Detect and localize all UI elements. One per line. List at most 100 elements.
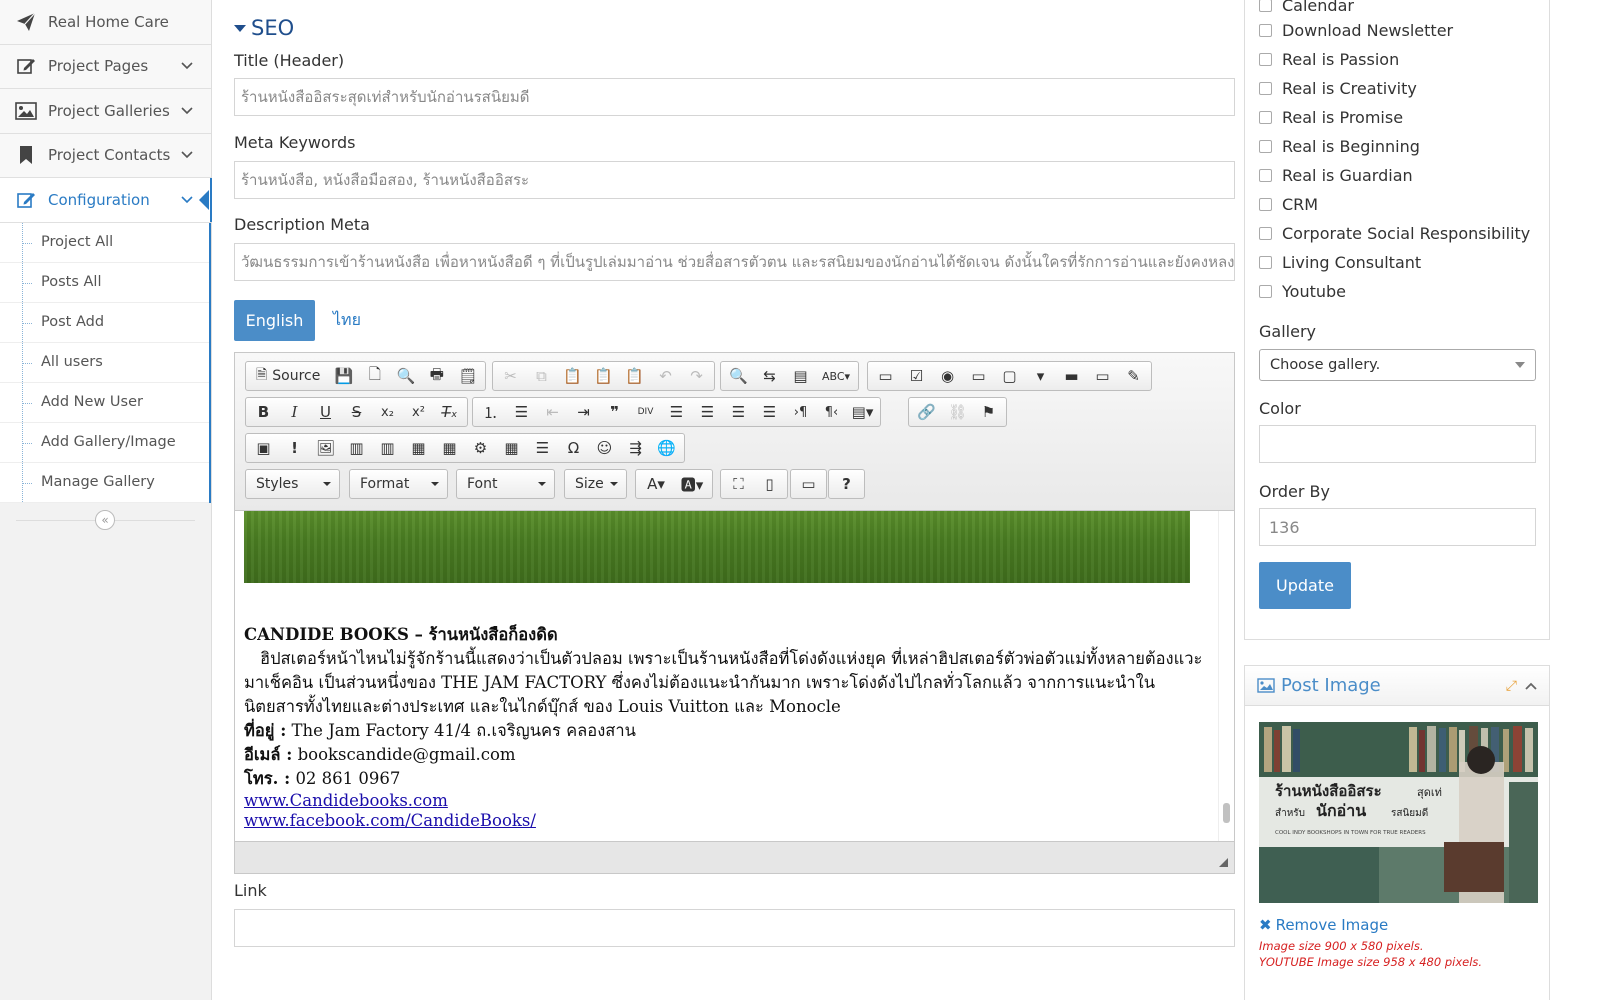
- image-button-icon[interactable]: ▭: [1087, 362, 1118, 390]
- textfield-icon[interactable]: ▭: [963, 362, 994, 390]
- align-left-icon[interactable]: ☰: [661, 398, 692, 426]
- layout2-icon[interactable]: ▦: [434, 434, 465, 462]
- radio-icon[interactable]: ◉: [932, 362, 963, 390]
- paste-word-icon[interactable]: 📋: [619, 362, 650, 390]
- smiley-icon[interactable]: ☺: [589, 434, 620, 462]
- category-checkbox[interactable]: Download Newsletter: [1259, 21, 1453, 40]
- sidebar-subitem-add-gallery-image[interactable]: Add Gallery/Image: [0, 422, 209, 463]
- subscript-icon[interactable]: x₂: [372, 398, 403, 426]
- columns-icon[interactable]: ▥: [341, 434, 372, 462]
- checkbox[interactable]: [1259, 169, 1272, 182]
- redo-icon[interactable]: ↷: [681, 362, 712, 390]
- sidebar-subitem-project-all[interactable]: Project All: [0, 222, 209, 263]
- sidebar-item-real-home-care[interactable]: Real Home Care: [0, 0, 211, 45]
- sidebar-subitem-all-users[interactable]: All users: [0, 342, 209, 383]
- anchor-icon[interactable]: ⚑: [973, 398, 1004, 426]
- size-dropdown[interactable]: Size: [564, 469, 627, 499]
- tab-thai[interactable]: ไทย: [333, 308, 361, 333]
- category-checkbox[interactable]: Youtube: [1259, 282, 1346, 301]
- background-color-icon[interactable]: 🅰▾: [674, 470, 710, 498]
- find-icon[interactable]: 🔍: [723, 362, 754, 390]
- insert-pagebreak-icon[interactable]: ▭: [793, 470, 824, 498]
- cut-icon[interactable]: ✂: [495, 362, 526, 390]
- align-justify-icon[interactable]: ☰: [754, 398, 785, 426]
- paste-text-icon[interactable]: 📋: [588, 362, 619, 390]
- undo-icon[interactable]: ↶: [650, 362, 681, 390]
- underline-icon[interactable]: U: [310, 398, 341, 426]
- styles-dropdown[interactable]: Styles: [245, 469, 340, 499]
- paste-icon[interactable]: 📋: [557, 362, 588, 390]
- remove-format-icon[interactable]: T̶ₓ: [434, 398, 465, 426]
- preview-icon[interactable]: 🔍: [390, 362, 421, 390]
- alert-icon[interactable]: !: [279, 434, 310, 462]
- align-center-icon[interactable]: ☰: [692, 398, 723, 426]
- replace-icon[interactable]: ⇆: [754, 362, 785, 390]
- help-icon[interactable]: ?: [831, 470, 862, 498]
- sidebar-item-project-contacts[interactable]: Project Contacts: [0, 133, 211, 178]
- remove-image-link[interactable]: ✖ Remove Image: [1259, 916, 1388, 934]
- print-icon[interactable]: 🖶: [421, 362, 452, 390]
- resize-grip-icon[interactable]: [1219, 858, 1228, 867]
- category-checkbox[interactable]: Real is Creativity: [1259, 79, 1417, 98]
- facebook-link[interactable]: www.facebook.com/CandideBooks/: [244, 811, 1210, 831]
- collapse-sidebar-button[interactable]: «: [95, 509, 115, 530]
- source-button[interactable]: 🗎 Source: [248, 362, 328, 390]
- indent-icon[interactable]: ⇥: [568, 398, 599, 426]
- bold-icon[interactable]: B: [248, 398, 279, 426]
- superscript-icon[interactable]: x²: [403, 398, 434, 426]
- language-icon[interactable]: ▤▾: [847, 398, 878, 426]
- chevron-up-icon[interactable]: [1525, 682, 1537, 690]
- link-input[interactable]: [234, 909, 1235, 947]
- editor-scrollbar[interactable]: [1218, 511, 1234, 841]
- meta-keywords-input[interactable]: ร้านหนังสือ, หนังสือมือสอง, ร้านหนังสืออ…: [234, 161, 1235, 199]
- link-icon[interactable]: 🔗: [911, 398, 942, 426]
- text-color-icon[interactable]: A▾: [638, 470, 674, 498]
- ltr-icon[interactable]: ›¶: [785, 398, 816, 426]
- category-checkbox[interactable]: Real is Passion: [1259, 50, 1399, 69]
- numbered-list-icon[interactable]: ⒈: [475, 398, 506, 426]
- format-dropdown[interactable]: Format: [349, 469, 448, 499]
- color-input[interactable]: [1259, 425, 1536, 463]
- columns2-icon[interactable]: ▥: [372, 434, 403, 462]
- checkbox[interactable]: [1259, 140, 1272, 153]
- show-blocks-icon[interactable]: ▯: [754, 470, 785, 498]
- sidebar-item-project-pages[interactable]: Project Pages: [0, 44, 211, 89]
- maximize-icon[interactable]: ⛶: [723, 470, 754, 498]
- horizontal-rule-icon[interactable]: ☰: [527, 434, 558, 462]
- media-icon[interactable]: ▣: [248, 434, 279, 462]
- scrollbar-thumb[interactable]: [1223, 803, 1230, 823]
- layout-icon[interactable]: ▦: [403, 434, 434, 462]
- textarea-icon[interactable]: ▢: [994, 362, 1025, 390]
- iframe-icon[interactable]: 🌐: [651, 434, 682, 462]
- website-link[interactable]: www.Candidebooks.com: [244, 791, 1210, 811]
- sidebar-item-configuration[interactable]: Configuration: [0, 178, 212, 223]
- copy-icon[interactable]: ⧉: [526, 362, 557, 390]
- create-div-icon[interactable]: DIV: [630, 398, 661, 426]
- save-icon[interactable]: 💾: [328, 362, 359, 390]
- flash-icon[interactable]: ⚙: [465, 434, 496, 462]
- bulleted-list-icon[interactable]: ☰: [506, 398, 537, 426]
- outdent-icon[interactable]: ⇤: [537, 398, 568, 426]
- italic-icon[interactable]: I: [279, 398, 310, 426]
- image-icon[interactable]: 🖼: [310, 434, 341, 462]
- checkbox[interactable]: [1259, 256, 1272, 269]
- checkbox[interactable]: [1259, 53, 1272, 66]
- strike-icon[interactable]: S: [341, 398, 372, 426]
- expand-icon[interactable]: ⤢: [1506, 678, 1517, 694]
- hidden-field-icon[interactable]: ✎: [1118, 362, 1149, 390]
- special-char-icon[interactable]: Ω: [558, 434, 589, 462]
- description-meta-input[interactable]: วัฒนธรรมการเข้าร้านหนังสือ เพื่อหาหนังสื…: [234, 243, 1235, 281]
- checkbox[interactable]: [1259, 198, 1272, 211]
- spellcheck-icon[interactable]: ABC▾: [816, 362, 856, 390]
- checkbox[interactable]: [1259, 0, 1272, 12]
- unlink-icon[interactable]: ⛓: [942, 398, 973, 426]
- button-field-icon[interactable]: ▬: [1056, 362, 1087, 390]
- sidebar-item-project-galleries[interactable]: Project Galleries: [0, 89, 211, 134]
- sidebar-subitem-manage-gallery[interactable]: Manage Gallery: [0, 462, 209, 503]
- select-field-icon[interactable]: ▾: [1025, 362, 1056, 390]
- editor-content[interactable]: CANDIDE BOOKS – ร้านหนังสือก็องดิด ฮิปสเ…: [235, 511, 1218, 841]
- update-button[interactable]: Update: [1259, 562, 1351, 609]
- page-break-icon[interactable]: ⇶: [620, 434, 651, 462]
- checkbox-icon[interactable]: ☑: [901, 362, 932, 390]
- order-by-input[interactable]: 136: [1259, 508, 1536, 546]
